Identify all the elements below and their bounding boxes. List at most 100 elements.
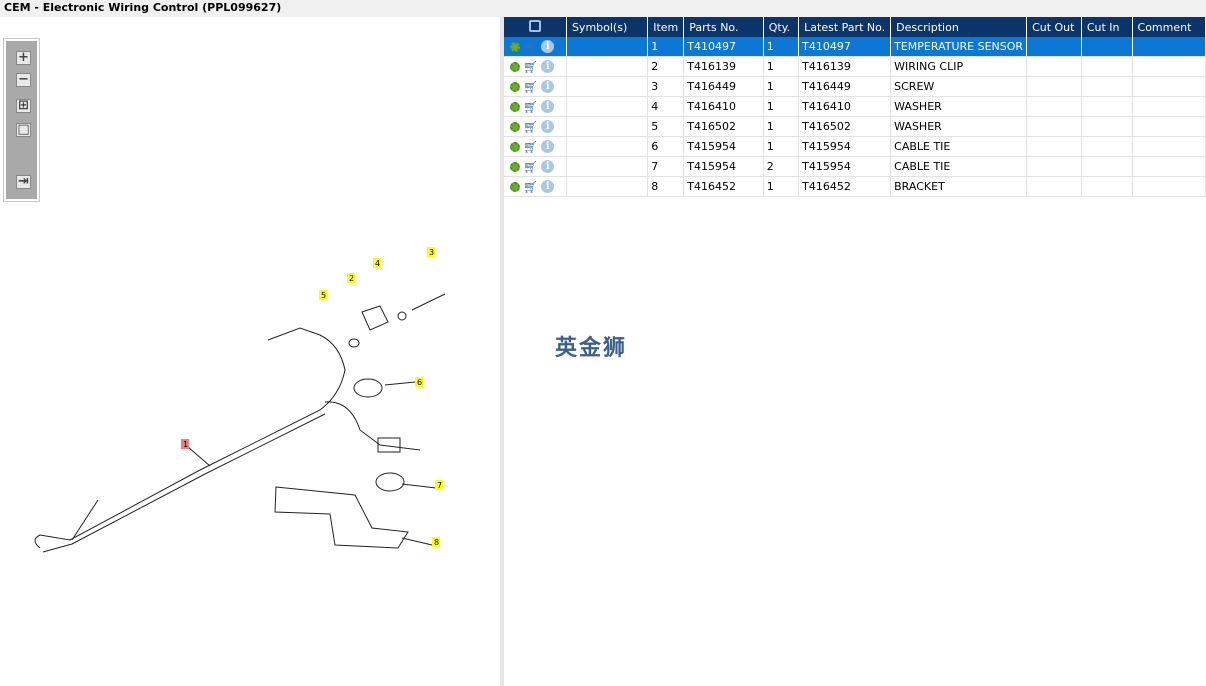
- item-cell: 7: [647, 156, 685, 177]
- qty-cell: 1: [763, 37, 800, 57]
- cut-out-cell: [1026, 156, 1082, 177]
- cart-icon[interactable]: 🛒︎: [523, 140, 538, 154]
- info-icon[interactable]: i: [541, 80, 555, 93]
- symbols-cell: [566, 136, 649, 157]
- cut-in-cell: [1081, 56, 1133, 77]
- magnifier-icon[interactable]: [528, 19, 541, 32]
- comment-cell: [1132, 116, 1206, 137]
- table-row[interactable]: 🛒︎ i 6 T415954 1 T415954 CABLE TIE: [504, 136, 1206, 157]
- cut-out-cell: [1026, 76, 1082, 97]
- col-description[interactable]: Description: [890, 17, 1028, 37]
- gear-icon[interactable]: [510, 101, 520, 112]
- col-cut-in[interactable]: Cut In: [1081, 17, 1133, 37]
- col-parts-no[interactable]: Parts No.: [683, 17, 764, 37]
- cart-icon[interactable]: 🛒︎: [523, 180, 538, 194]
- qty-cell: 1: [763, 116, 800, 137]
- parts-no-cell: T415954: [683, 156, 764, 177]
- col-cut-out[interactable]: Cut Out: [1026, 17, 1082, 37]
- window-title: CEM - Electronic Wiring Control (PPL0996…: [0, 0, 1206, 17]
- qty-cell: 1: [763, 56, 800, 77]
- parts-no-cell: T416139: [683, 56, 764, 77]
- qty-cell: 1: [763, 176, 800, 197]
- description-cell: WIRING CLIP: [890, 56, 1028, 77]
- cut-in-cell: [1081, 96, 1133, 117]
- cut-in-cell: [1081, 116, 1133, 137]
- col-item[interactable]: Item: [647, 17, 685, 37]
- gear-icon[interactable]: [510, 61, 520, 72]
- description-cell: BRACKET: [890, 176, 1028, 197]
- cart-icon[interactable]: 🛒︎: [523, 100, 538, 114]
- item-cell: 6: [647, 136, 685, 157]
- latest-part-cell: T410497: [798, 37, 892, 57]
- latest-part-cell: T416452: [798, 176, 892, 197]
- cart-icon[interactable]: 🛒︎: [523, 160, 538, 174]
- table-row[interactable]: 🛒︎ i 3 T416449 1 T416449 SCREW: [504, 76, 1206, 97]
- gear-icon[interactable]: [510, 181, 520, 192]
- table-row[interactable]: 🛒︎ i 4 T416410 1 T416410 WASHER: [504, 96, 1206, 117]
- cart-icon[interactable]: 🛒︎: [523, 120, 538, 134]
- latest-part-cell: T416502: [798, 116, 892, 137]
- latest-part-cell: T416410: [798, 96, 892, 117]
- symbols-cell: [566, 176, 649, 197]
- table-row[interactable]: 🛒︎ i 8 T416452 1 T416452 BRACKET: [504, 176, 1206, 197]
- col-latest-part-no[interactable]: Latest Part No.: [798, 17, 892, 37]
- diagram-panel[interactable]: + − ⊞ □ ⇥ 1 2 3 4 5 6 7 8: [0, 17, 500, 686]
- cart-icon[interactable]: 🛒︎: [523, 40, 538, 54]
- cut-out-cell: [1026, 136, 1082, 157]
- comment-cell: [1132, 176, 1206, 197]
- cut-out-cell: [1026, 96, 1082, 117]
- callout-1: 1: [183, 440, 188, 449]
- qty-cell: 2: [763, 156, 800, 177]
- item-cell: 8: [647, 176, 685, 197]
- item-cell: 1: [647, 37, 685, 57]
- info-icon[interactable]: i: [541, 60, 555, 73]
- info-icon[interactable]: i: [541, 40, 555, 53]
- callout-4: 4: [375, 259, 380, 268]
- gear-icon[interactable]: [510, 161, 520, 172]
- latest-part-cell: T415954: [798, 136, 892, 157]
- cut-out-cell: [1026, 176, 1082, 197]
- watermark: 英金狮: [555, 336, 628, 361]
- gear-icon[interactable]: [510, 41, 520, 52]
- cut-out-cell: [1026, 56, 1082, 77]
- comment-cell: [1132, 156, 1206, 177]
- search-column-header[interactable]: [504, 17, 567, 37]
- table-row[interactable]: 🛒︎ i 1 T410497 1 T410497 TEMPERATURE SENS…: [504, 37, 1206, 57]
- symbols-cell: [566, 56, 649, 77]
- description-cell: WASHER: [890, 96, 1028, 117]
- col-qty[interactable]: Qty.: [763, 17, 800, 37]
- table-row[interactable]: 🛒︎ i 2 T416139 1 T416139 WIRING CLIP: [504, 56, 1206, 77]
- cut-in-cell: [1081, 76, 1133, 97]
- cut-in-cell: [1081, 176, 1133, 197]
- description-cell: CABLE TIE: [890, 136, 1028, 157]
- wiring-diagram: 1 2 3 4 5 6 7 8: [34, 247, 446, 553]
- table-row[interactable]: 🛒︎ i 7 T415954 2 T415954 CABLE TIE: [504, 156, 1206, 177]
- gear-icon[interactable]: [510, 121, 520, 132]
- col-symbols[interactable]: Symbol(s): [566, 17, 649, 37]
- parts-no-cell: T416452: [683, 176, 764, 197]
- comment-cell: [1132, 76, 1206, 97]
- gear-icon[interactable]: [510, 81, 520, 92]
- description-cell: CABLE TIE: [890, 156, 1028, 177]
- symbols-cell: [566, 116, 649, 137]
- cart-icon[interactable]: 🛒︎: [523, 80, 538, 94]
- info-icon[interactable]: i: [541, 140, 555, 153]
- cart-icon[interactable]: 🛒︎: [523, 60, 538, 74]
- item-cell: 5: [647, 116, 685, 137]
- comment-cell: [1132, 56, 1206, 77]
- table-row[interactable]: 🛒︎ i 5 T416502 1 T416502 WASHER: [504, 116, 1206, 137]
- description-cell: WASHER: [890, 116, 1028, 137]
- symbols-cell: [566, 37, 649, 57]
- info-icon[interactable]: i: [541, 160, 555, 173]
- cut-out-cell: [1026, 116, 1082, 137]
- info-icon[interactable]: i: [541, 100, 555, 113]
- parts-no-cell: T410497: [683, 37, 764, 57]
- col-comment[interactable]: Comment: [1132, 17, 1206, 37]
- cut-in-cell: [1081, 37, 1133, 57]
- callout-5: 5: [321, 291, 326, 300]
- item-cell: 4: [647, 96, 685, 117]
- gear-icon[interactable]: [510, 141, 520, 152]
- qty-cell: 1: [763, 96, 800, 117]
- info-icon[interactable]: i: [541, 120, 555, 133]
- info-icon[interactable]: i: [541, 180, 555, 193]
